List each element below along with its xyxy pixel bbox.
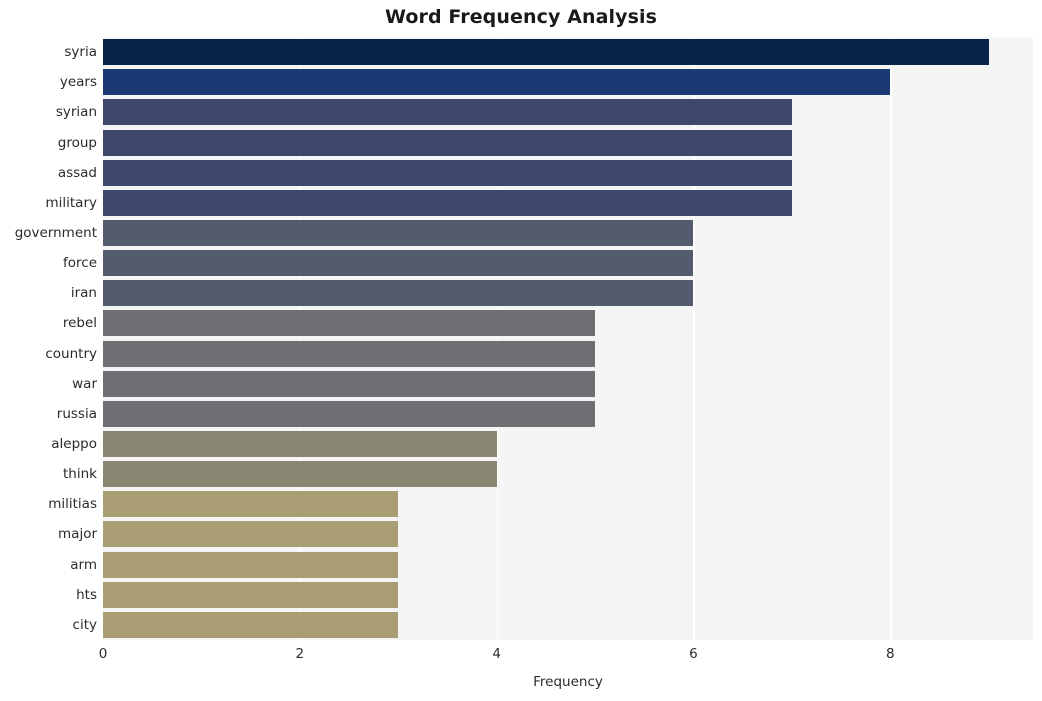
bar-major[interactable] <box>103 521 399 548</box>
y-tick-label-country: country <box>45 345 97 362</box>
y-tick-label-military: military <box>45 194 97 211</box>
y-tick-label-iran: iran <box>70 285 97 302</box>
bar-russia[interactable] <box>103 400 596 427</box>
y-tick-label-aleppo: aleppo <box>51 436 97 453</box>
chart-figure: Word Frequency Analysis syria years syrian… <box>0 0 1042 701</box>
y-axis-labels: syria years syrian group assad military govern… <box>0 37 97 640</box>
x-tick-label-0: 0 <box>98 646 108 662</box>
y-tick-label-city: city <box>72 616 97 633</box>
y-tick-label-syrian: syrian <box>55 104 97 121</box>
bars-layer <box>103 37 1033 640</box>
bar-arm[interactable] <box>103 551 399 578</box>
bar-syria[interactable] <box>103 39 989 66</box>
x-tick-label-4: 4 <box>492 646 501 662</box>
bar-group[interactable] <box>103 129 792 156</box>
bar-hts[interactable] <box>103 581 399 608</box>
y-tick-label-major: major <box>58 526 97 543</box>
bar-aleppo[interactable] <box>103 431 497 458</box>
y-tick-label-group: group <box>57 134 97 151</box>
bar-rebel[interactable] <box>103 310 596 337</box>
x-tick-label-2: 2 <box>295 646 305 662</box>
y-tick-label-militias: militias <box>48 496 97 513</box>
y-tick-label-hts: hts <box>76 586 97 603</box>
y-tick-label-war: war <box>72 375 97 392</box>
bar-militias[interactable] <box>103 491 399 518</box>
bar-think[interactable] <box>103 461 497 488</box>
x-tick-label-6: 6 <box>689 646 698 662</box>
y-tick-label-rebel: rebel <box>62 315 97 332</box>
bar-military[interactable] <box>103 189 792 216</box>
y-tick-label-russia: russia <box>56 405 97 422</box>
x-tick-label-8: 8 <box>886 646 895 662</box>
bar-syrian[interactable] <box>103 99 792 126</box>
bar-assad[interactable] <box>103 159 792 186</box>
bar-years[interactable] <box>103 69 891 96</box>
plot-area <box>103 37 1033 640</box>
bar-country[interactable] <box>103 340 596 367</box>
y-tick-label-assad: assad <box>57 164 97 181</box>
bar-force[interactable] <box>103 250 694 277</box>
y-tick-label-years: years <box>59 74 97 91</box>
y-tick-label-syria: syria <box>64 44 97 61</box>
y-tick-label-force: force <box>63 255 97 272</box>
bar-city[interactable] <box>103 611 399 638</box>
y-tick-label-arm: arm <box>70 556 97 573</box>
bar-government[interactable] <box>103 219 694 246</box>
bar-war[interactable] <box>103 370 596 397</box>
y-tick-label-think: think <box>63 466 97 483</box>
x-axis-ticks: 0 2 4 6 8 <box>99 646 1033 666</box>
bar-iran[interactable] <box>103 280 694 307</box>
x-axis-label: Frequency <box>533 674 603 690</box>
y-tick-label-government: government <box>14 224 97 241</box>
chart-title: Word Frequency Analysis <box>384 6 658 28</box>
